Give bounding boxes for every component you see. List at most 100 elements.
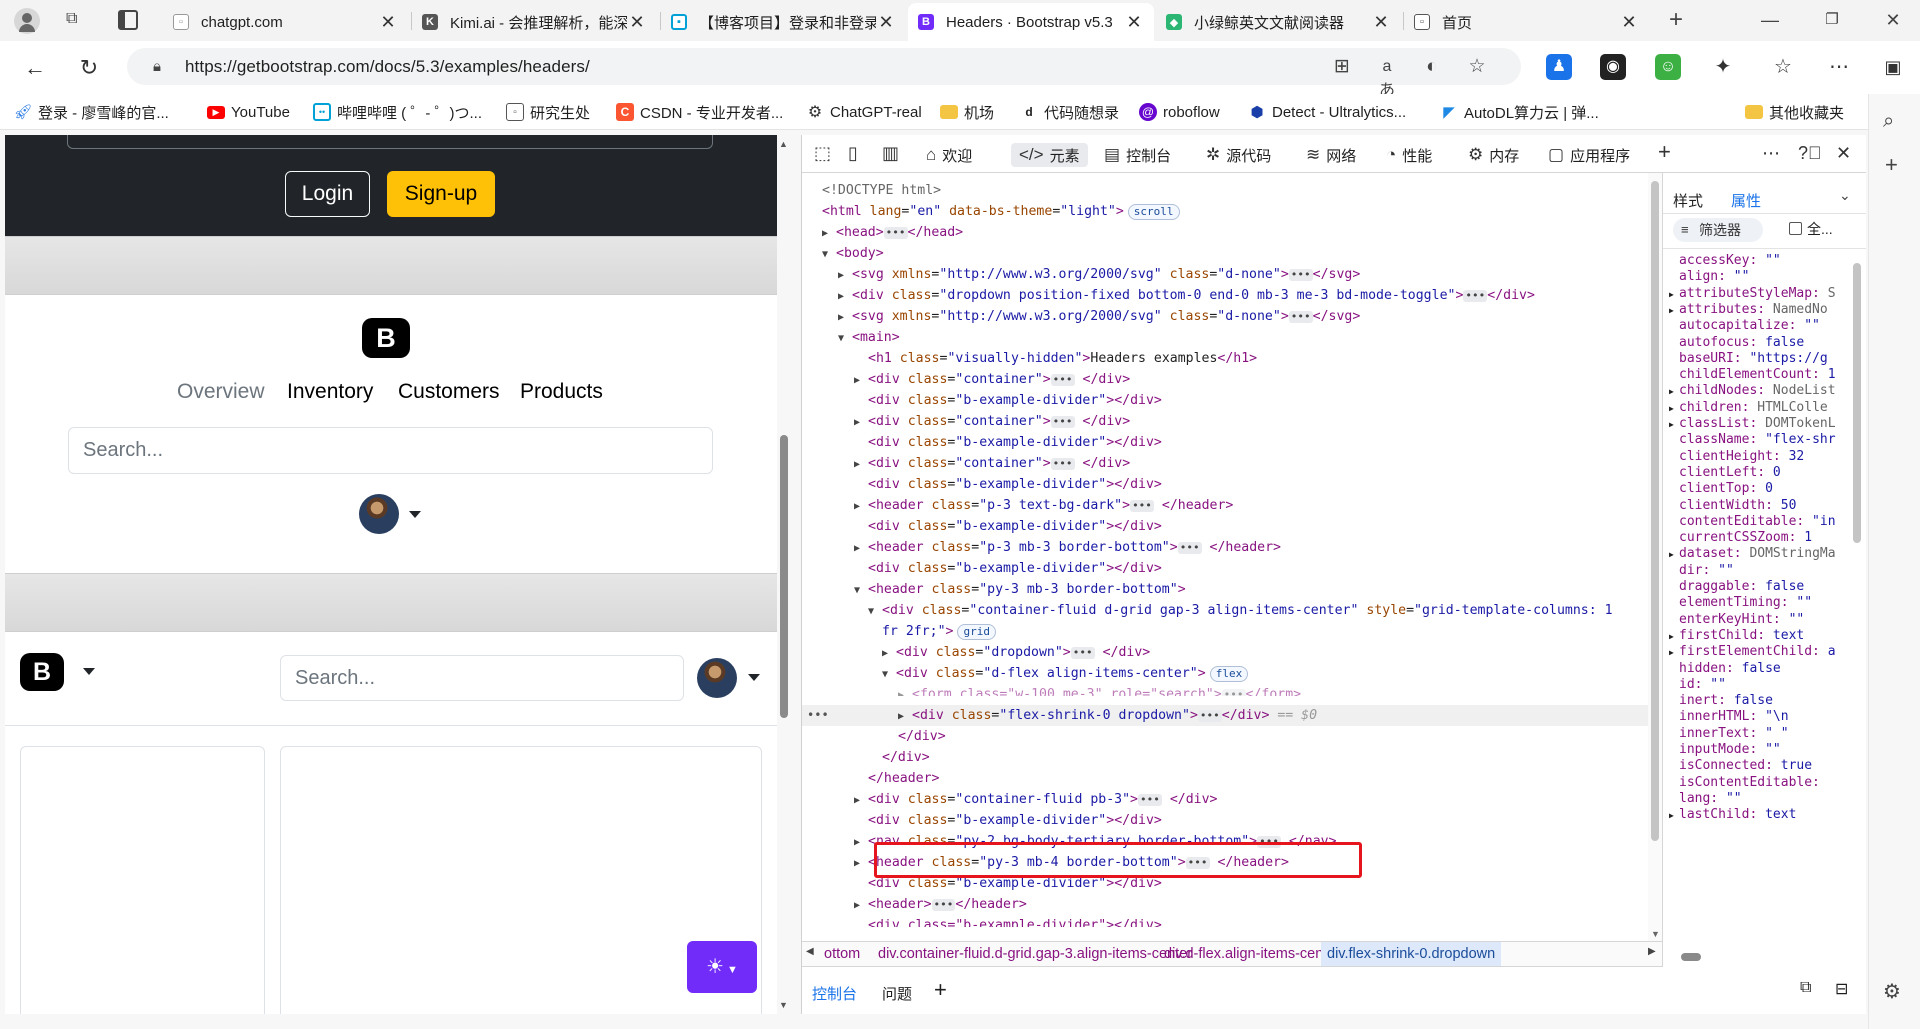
tab-chatgpt[interactable]: ▫ chatgpt.com ✕ — [163, 3, 408, 41]
property-row[interactable]: innerText: " " — [1669, 726, 1865, 742]
devtools-tab-network[interactable]: ≋ 网络 — [1306, 143, 1356, 167]
show-all-checkbox[interactable] — [1789, 222, 1802, 235]
favorites-icon[interactable]: ☆ — [1770, 54, 1796, 80]
expand-triangle-icon[interactable]: ▶ — [854, 370, 868, 391]
properties-scrollbar-thumb[interactable] — [1853, 263, 1861, 543]
profile-icon[interactable] — [14, 8, 40, 34]
property-row[interactable]: ▶ lastChild: text — [1669, 807, 1865, 823]
expand-triangle-icon[interactable]: ▶ — [838, 307, 852, 328]
close-icon[interactable]: ✕ — [378, 12, 398, 33]
caret-down-icon[interactable] — [748, 674, 760, 681]
ellipsis-icon[interactable]: ••• — [1050, 458, 1075, 470]
dom-line[interactable]: ▶ <head> ••• </head> — [802, 222, 1652, 243]
add-drawer-tab-icon[interactable]: + — [934, 977, 947, 1003]
dom-line[interactable]: </div> — [802, 747, 1652, 768]
ellipsis-icon[interactable]: ••• — [1221, 689, 1246, 696]
back-icon[interactable]: ← — [20, 53, 50, 83]
expand-triangle-icon[interactable]: ▶ — [1669, 808, 1679, 824]
chevron-down-icon[interactable]: ⌄ — [1839, 187, 1851, 204]
devtools-tab-performance[interactable]: ◔ 性能 — [1386, 143, 1432, 167]
dom-line[interactable]: ▶ <div class="dropdown"> ••• </div> — [802, 642, 1652, 663]
dock-icon[interactable]: ▥ — [882, 143, 899, 164]
property-row[interactable]: clientLeft: 0 — [1669, 465, 1865, 481]
dom-line[interactable]: ▼ <body> — [802, 243, 1652, 264]
property-row[interactable]: contentEditable: "in — [1669, 514, 1865, 530]
expand-triangle-icon[interactable]: ▶ — [1669, 645, 1679, 661]
bookmark-airport[interactable]: 机场 — [940, 102, 994, 122]
property-row[interactable]: baseURI: "https://g — [1669, 351, 1865, 367]
bookmark-liaoxuefeng[interactable]: 🚀︎ 登录 - 廖雪峰的官... — [13, 102, 168, 122]
expand-triangle-icon[interactable]: ▶ — [854, 832, 868, 853]
properties-hscroll-thumb[interactable] — [1681, 953, 1701, 961]
collapse-triangle-icon[interactable]: ▼ — [868, 601, 882, 622]
extension-glasses-icon[interactable]: ◉ — [1600, 54, 1626, 80]
devtools-tab-welcome[interactable]: ⌂ 欢迎 — [926, 143, 972, 167]
close-devtools-icon[interactable]: ✕ — [1836, 143, 1851, 164]
ellipsis-icon[interactable]: ••• — [1177, 542, 1202, 554]
property-row[interactable]: ▶ dataset: DOMStringMa — [1669, 546, 1865, 562]
url-text[interactable]: https://getbootstrap.com/docs/5.3/exampl… — [185, 57, 590, 77]
dom-scrollbar[interactable]: ▼ — [1648, 173, 1662, 941]
dom-line[interactable]: <html lang="en" data-bs-theme="light"> sc… — [802, 201, 1652, 222]
property-row[interactable]: className: "flex-shr — [1669, 432, 1865, 448]
dom-line-selected[interactable]: ▶ <div class="flex-shrink-0 dropdown"> •••… — [802, 705, 1652, 726]
extensions-puzzle-icon[interactable]: ✦ — [1710, 54, 1736, 80]
more-options-icon[interactable]: ⋯ — [1762, 143, 1780, 164]
property-row[interactable]: ▶ attributeStyleMap: S — [1669, 286, 1865, 302]
read-aloud-icon[interactable]: aあ — [1375, 55, 1399, 99]
property-row[interactable]: hidden: false — [1669, 661, 1865, 677]
properties-list[interactable]: accessKey: "" align: "" ▶ attributeStyleMap… — [1669, 253, 1865, 967]
theme-toggle-button[interactable]: ☀ ▼ — [687, 941, 757, 993]
vertical-tabs-icon[interactable] — [118, 10, 138, 30]
dom-line[interactable]: ▶ <svg xmlns="http://www.w3.org/2000/svg"… — [802, 264, 1652, 285]
page-scrollbar[interactable]: ▲ ▼ — [777, 135, 791, 1014]
property-row[interactable]: inert: false — [1669, 693, 1865, 709]
avatar[interactable] — [697, 658, 737, 698]
dom-line[interactable]: ▶ <div class="container"> ••• </div> — [802, 411, 1652, 432]
ellipsis-icon[interactable]: ••• — [1197, 710, 1222, 722]
window-close-icon[interactable]: ✕ — [1881, 8, 1905, 32]
signup-button[interactable]: Sign-up — [387, 171, 495, 217]
nav-inventory[interactable]: Inventory — [287, 380, 373, 404]
close-icon[interactable]: ✕ — [1619, 12, 1639, 33]
property-row[interactable]: clientWidth: 50 — [1669, 498, 1865, 514]
dom-line[interactable]: ▼ <div class="d-flex align-items-center">… — [802, 663, 1652, 684]
expand-triangle-icon[interactable]: ▶ — [1669, 384, 1679, 400]
property-row[interactable]: ▶ firstChild: text — [1669, 628, 1865, 644]
grid-badge[interactable]: grid — [957, 624, 996, 640]
property-row[interactable]: accessKey: "" — [1669, 253, 1865, 269]
ellipsis-icon[interactable]: ••• — [1070, 647, 1095, 659]
scrollbar-thumb[interactable] — [1651, 181, 1659, 841]
close-icon[interactable]: ✕ — [1124, 12, 1144, 33]
dom-line[interactable]: ▶ <div class="container"> ••• </div> — [802, 369, 1652, 390]
sidebar-toggle-icon[interactable]: ▣ — [1880, 54, 1906, 80]
ellipsis-icon[interactable]: ••• — [883, 227, 908, 239]
expand-triangle-icon[interactable]: ▶ — [882, 643, 896, 664]
property-row[interactable]: clientHeight: 32 — [1669, 449, 1865, 465]
bookmark-bilibili[interactable]: •• 哔哩哔哩 ( ゜- ゜)つ... — [313, 102, 482, 122]
ellipsis-icon[interactable]: ••• — [1050, 416, 1075, 428]
expand-triangle-icon[interactable]: ▶ — [854, 496, 868, 517]
property-row[interactable]: ▶ classList: DOMTokenL — [1669, 416, 1865, 432]
dom-line[interactable]: ▶ <header class="p-3 mb-3 border-bottom">… — [802, 537, 1652, 558]
refresh-icon[interactable]: ↻ — [74, 53, 104, 83]
inspect-element-icon[interactable]: ⬚ — [814, 143, 831, 164]
property-row[interactable]: currentCSSZoom: 1 — [1669, 530, 1865, 546]
nav-customers[interactable]: Customers — [398, 380, 500, 404]
expand-triangle-icon[interactable]: ▶ — [1669, 629, 1679, 645]
bookmark-autodl[interactable]: ◤ AutoDL算力云 | 弹... — [1440, 102, 1599, 122]
breadcrumb-item[interactable]: ottom — [824, 946, 860, 962]
extension-person-icon[interactable]: ♟ — [1546, 54, 1572, 80]
collapse-triangle-icon[interactable]: ▼ — [854, 580, 868, 601]
search-input[interactable]: Search... — [68, 427, 713, 474]
ellipsis-icon[interactable]: ••• — [931, 899, 956, 911]
dom-line[interactable]: ▼ <div class="container-fluid d-grid gap-… — [802, 600, 1652, 621]
scrollbar-thumb[interactable] — [780, 435, 788, 718]
device-emulation-icon[interactable]: ▯ — [848, 143, 858, 164]
dom-line[interactable]: ▶ <div class="container-fluid pb-3"> ••• <… — [802, 789, 1652, 810]
caret-down-icon[interactable] — [83, 668, 95, 675]
property-row[interactable]: ▶ attributes: NamedNo — [1669, 302, 1865, 318]
collapse-triangle-icon[interactable]: ▼ — [822, 244, 836, 265]
dom-line[interactable]: <div class="b-example-divider"></div> — [802, 810, 1652, 831]
expand-triangle-icon[interactable]: ▶ — [854, 895, 868, 916]
